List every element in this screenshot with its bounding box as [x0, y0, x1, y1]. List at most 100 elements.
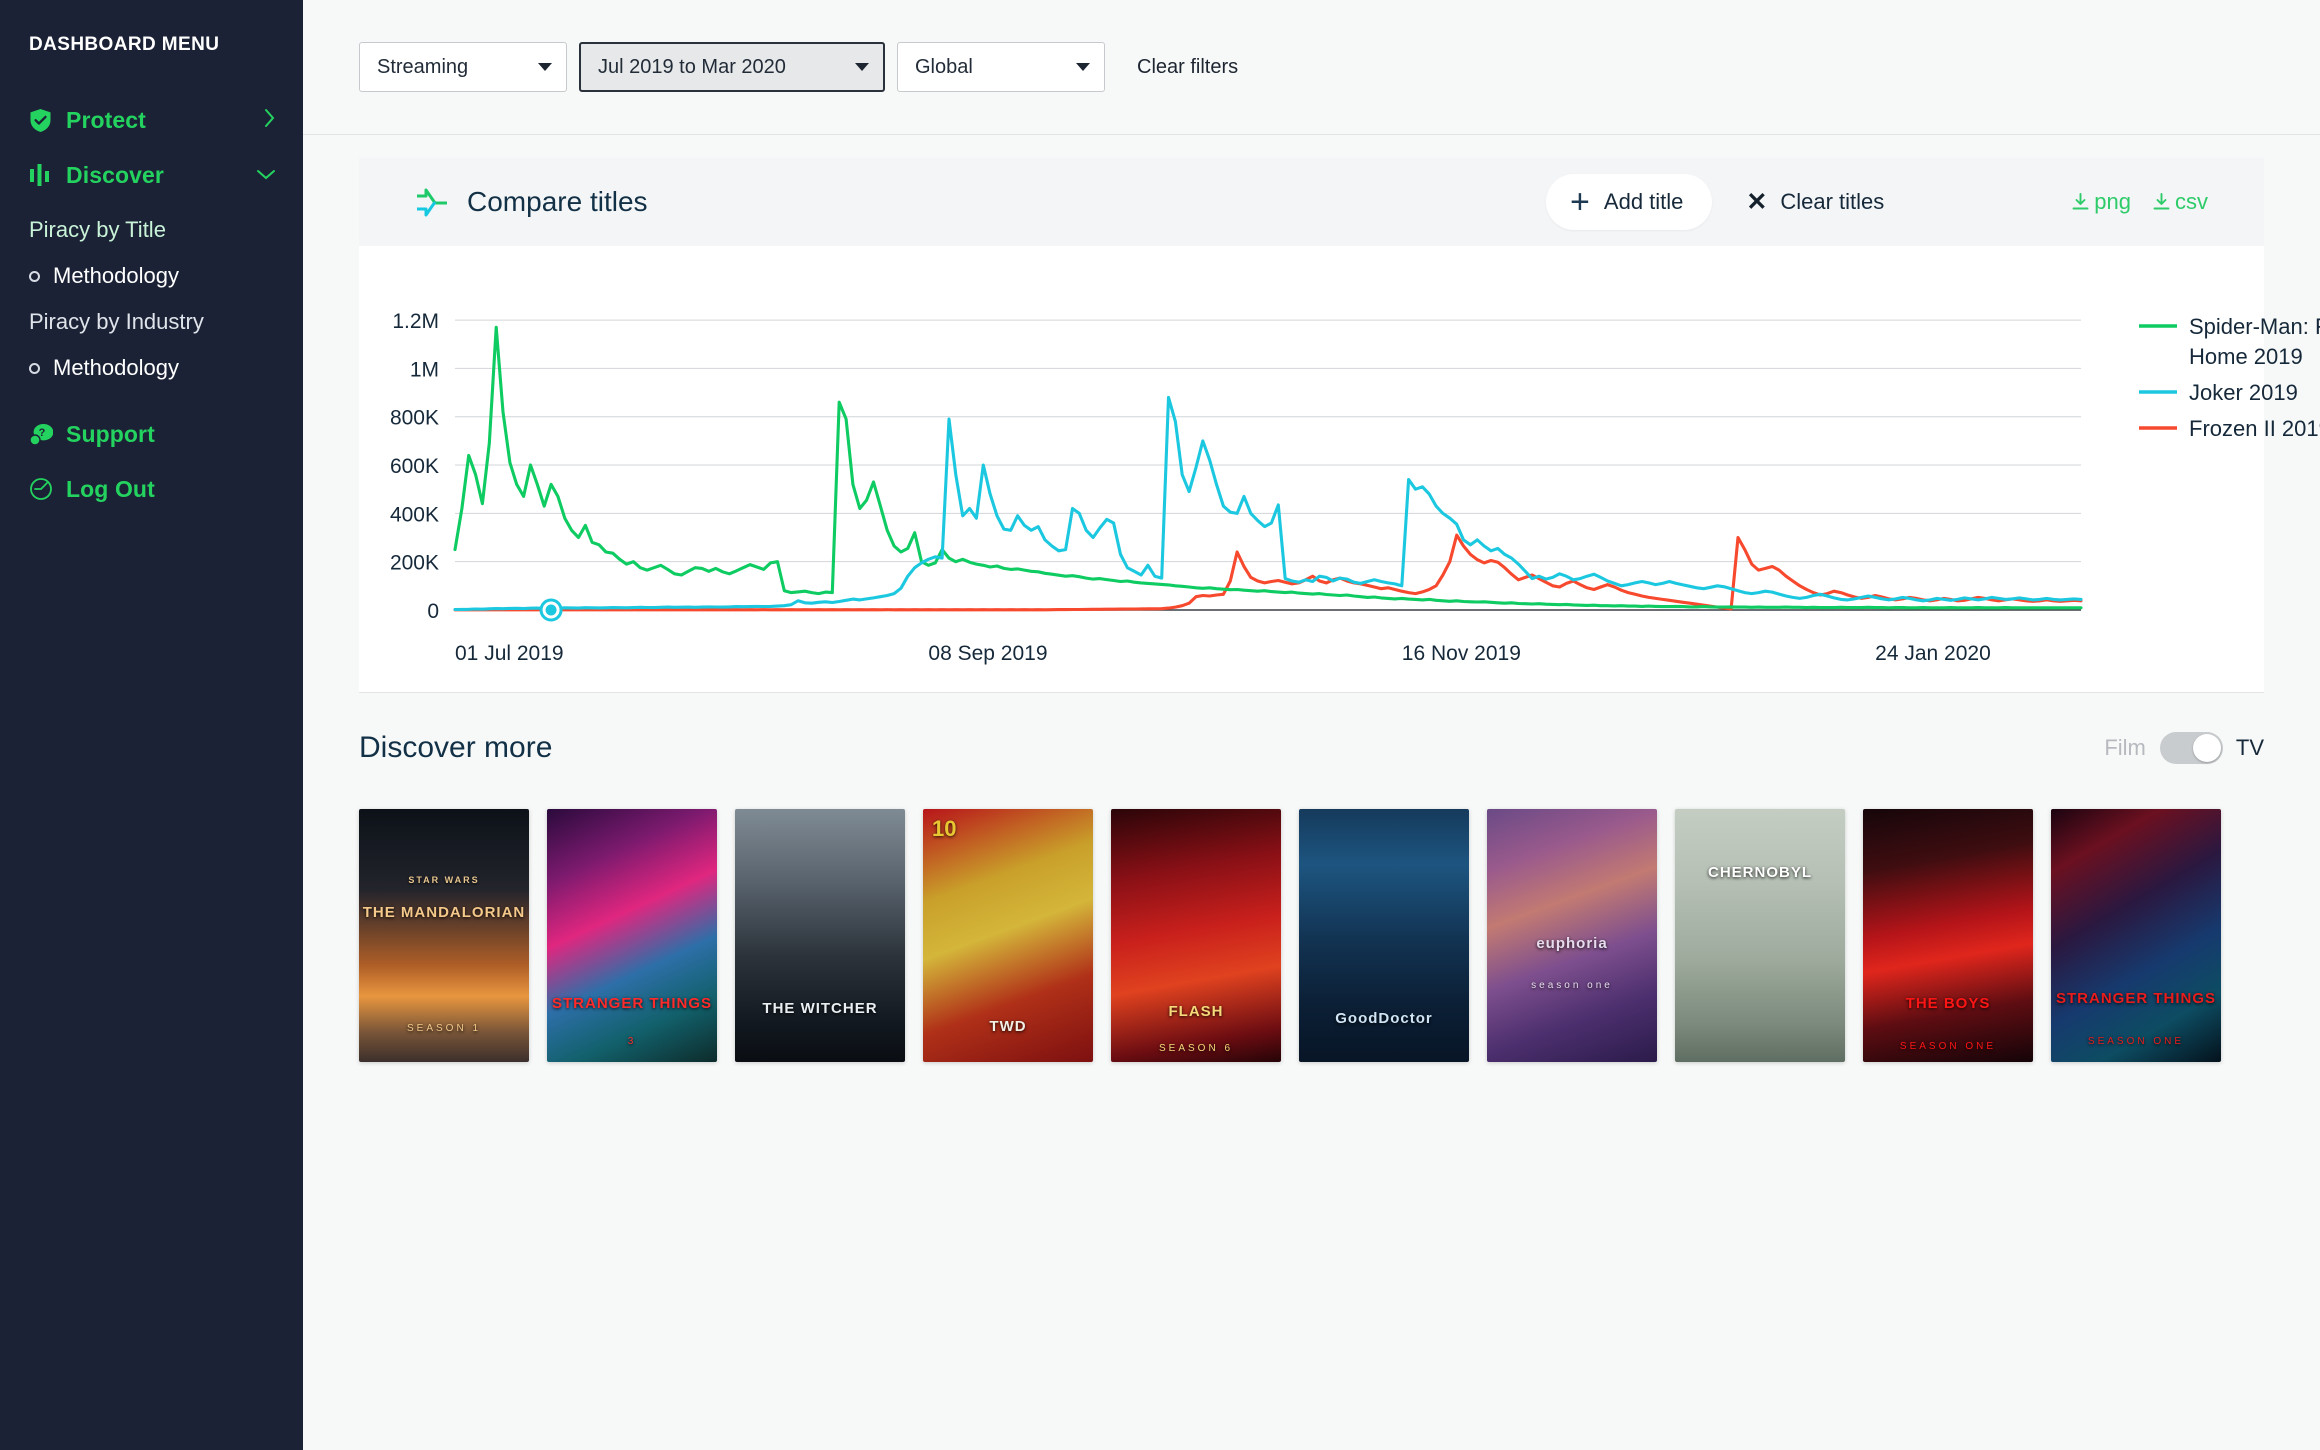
legend-label[interactable]: Frozen II 2019 — [2189, 416, 2320, 441]
download-csv-link[interactable]: csv — [2153, 189, 2208, 215]
poster-title: CHERNOBYL — [1707, 863, 1812, 881]
region-filter-value: Global — [915, 55, 973, 78]
film-tv-toggle-group: Film TV — [2104, 732, 2264, 764]
poster-title: STRANGER THINGS — [2055, 990, 2216, 1008]
poster-subtitle: SEASON ONE — [1899, 1040, 1997, 1052]
compare-titles-title: Compare titles — [467, 186, 648, 217]
chevron-down-icon — [1076, 63, 1090, 71]
chat-question-icon: ? — [29, 423, 55, 446]
date-range-filter-value: Jul 2019 to Mar 2020 — [598, 55, 786, 78]
sidebar-section-piracy-by-industry[interactable]: Piracy by Industry — [0, 302, 303, 342]
date-range-filter-select[interactable]: Jul 2019 to Mar 2020 — [579, 42, 885, 92]
poster-the-walking-dead-10[interactable]: 10 TWD — [923, 809, 1093, 1062]
poster-euphoria-season-one[interactable]: euphoria season one — [1487, 809, 1657, 1062]
sidebar-item-methodology-industry[interactable]: Methodology — [0, 348, 303, 388]
poster-the-witcher[interactable]: THE WITCHER — [735, 809, 905, 1062]
legend-label[interactable]: Joker 2019 — [2189, 380, 2298, 405]
logout-icon — [29, 477, 55, 501]
sidebar: DASHBOARD MENU Protect Discover Piracy b… — [0, 0, 303, 1450]
download-links: png csv — [2050, 189, 2208, 215]
poster-the-flash-6[interactable]: FLASH SEASON 6 — [1111, 809, 1281, 1062]
sidebar-item-log-out[interactable]: Log Out — [0, 469, 303, 509]
line-chart-icon — [415, 187, 449, 217]
poster-stranger-things-3[interactable]: STRANGER THINGS 3 — [547, 809, 717, 1062]
download-icon — [2153, 192, 2170, 212]
sidebar-item-discover[interactable]: Discover — [0, 155, 303, 195]
sidebar-item-label: Support — [66, 420, 155, 447]
y-axis-tick-label: 200K — [390, 552, 439, 575]
poster-brand: STAR WARS — [408, 874, 480, 885]
discover-more-header: Discover more Film TV — [359, 731, 2264, 765]
y-axis-tick-label: 1M — [410, 358, 439, 381]
clear-titles-label: Clear titles — [1780, 189, 1885, 214]
poster-title: THE MANDALORIAN — [362, 904, 526, 922]
poster-chernobyl[interactable]: CHERNOBYL — [1675, 809, 1845, 1062]
platform-filter-select[interactable]: Streaming — [359, 42, 567, 92]
clear-filters-button[interactable]: Clear filters — [1137, 56, 1238, 79]
toggle-label-film[interactable]: Film — [2104, 735, 2146, 761]
add-title-label: Add title — [1603, 189, 1684, 214]
poster-subtitle: SEASON ONE — [2087, 1035, 2185, 1047]
poster-the-good-doctor[interactable]: GoodDoctor — [1299, 809, 1469, 1062]
chart-svg: 0 200K 400K 600K 800K 1M 1.2M 01 Jul 2019 08 Sep… — [390, 310, 2320, 665]
bullet-icon — [29, 270, 40, 282]
download-csv-label: csv — [2175, 189, 2208, 214]
poster-title: euphoria — [1536, 934, 1608, 952]
main-content: Streaming Jul 2019 to Mar 2020 Global Cl… — [303, 0, 2320, 1450]
poster-title: THE BOYS — [1905, 995, 1991, 1013]
platform-filter-value: Streaming — [377, 55, 469, 78]
bullet-icon — [29, 362, 40, 374]
poster-subtitle: season one — [1531, 979, 1613, 991]
discover-more-section: Discover more Film TV STAR WARS THE MANDA… — [359, 692, 2264, 1062]
discover-more-title: Discover more — [359, 731, 553, 764]
dashboard-menu-title: DASHBOARD MENU — [29, 34, 220, 55]
poster-the-boys-season-one[interactable]: THE BOYS SEASON ONE — [1863, 809, 2033, 1062]
sidebar-item-support[interactable]: ? Support — [0, 414, 303, 454]
sidebar-item-protect[interactable]: Protect — [0, 100, 303, 140]
y-axis-tick-label: 1.2M — [392, 310, 439, 333]
compare-titles-card: Compare titles + Add title ✕ Clear title… — [359, 158, 2320, 692]
chevron-down-icon — [855, 63, 869, 71]
y-axis-tick-label: 400K — [390, 503, 439, 526]
y-axis-tick-label: 0 — [427, 600, 439, 623]
chevron-down-icon — [538, 63, 552, 71]
legend-label[interactable]: Home 2019 — [2189, 344, 2303, 369]
chart-series-line — [453, 395, 2083, 612]
poster-the-mandalorian[interactable]: STAR WARS THE MANDALORIAN SEASON 1 — [359, 809, 529, 1062]
chart-hover-marker-dot — [545, 604, 557, 616]
poster-subtitle: SEASON 1 — [406, 1022, 482, 1034]
compare-header-actions: + Add title ✕ Clear titles png csv — [1546, 174, 2208, 230]
chart-series-line — [453, 325, 2083, 610]
poster-title: THE WITCHER — [762, 1000, 878, 1018]
clear-titles-button[interactable]: ✕ Clear titles — [1746, 189, 1884, 215]
sidebar-section-piracy-by-title[interactable]: Piracy by Title — [0, 210, 303, 250]
sidebar-item-label: Methodology — [53, 263, 179, 288]
film-tv-toggle[interactable] — [2159, 732, 2223, 764]
download-png-link[interactable]: png — [2072, 189, 2131, 215]
poster-title: GoodDoctor — [1335, 1010, 1433, 1028]
plus-icon: + — [1570, 183, 1590, 221]
sidebar-item-label: Discover — [66, 161, 164, 188]
sidebar-item-label: Methodology — [53, 355, 179, 380]
sidebar-item-label: Log Out — [66, 475, 155, 502]
legend-label[interactable]: Spider-Man: Far from — [2189, 314, 2320, 339]
toggle-knob — [2192, 734, 2221, 762]
bar-chart-icon — [29, 163, 55, 187]
poster-stranger-things-season-one[interactable]: STRANGER THINGS SEASON ONE — [2051, 809, 2221, 1062]
sidebar-item-methodology-title[interactable]: Methodology — [0, 256, 303, 296]
chevron-right-icon — [264, 108, 276, 132]
poster-subtitle: 3 — [627, 1035, 637, 1047]
piracy-trend-chart[interactable]: 0 200K 400K 600K 800K 1M 1.2M 01 Jul 2019 08 Sep… — [359, 246, 2320, 692]
x-axis-tick-label: 24 Jan 2020 — [1875, 642, 1991, 665]
poster-title: FLASH — [1168, 1002, 1224, 1020]
y-axis-tick-label: 600K — [390, 455, 439, 478]
add-title-button[interactable]: + Add title — [1546, 174, 1713, 230]
y-axis-tick-label: 800K — [390, 407, 439, 430]
download-icon — [2072, 192, 2089, 212]
poster-title: TWD — [989, 1017, 1027, 1035]
compare-titles-header: Compare titles + Add title ✕ Clear title… — [359, 158, 2264, 246]
region-filter-select[interactable]: Global — [897, 42, 1105, 92]
chevron-down-icon — [256, 166, 276, 185]
shield-check-icon — [29, 108, 55, 133]
toggle-label-tv[interactable]: TV — [2236, 735, 2264, 761]
